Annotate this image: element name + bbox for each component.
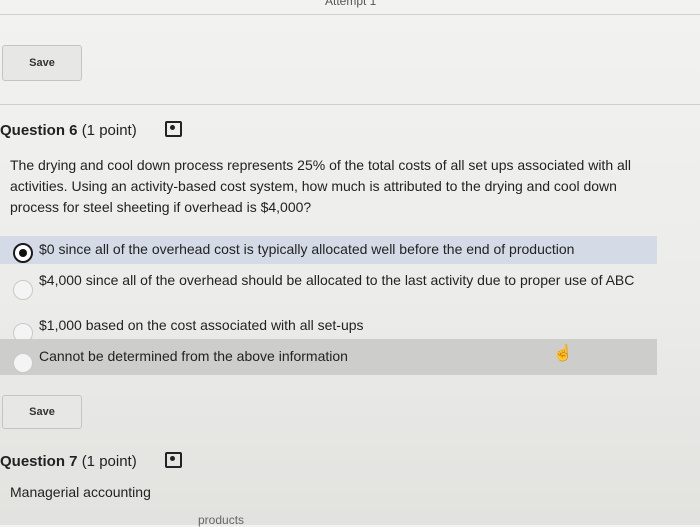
answer-option-3-label: $1,000 based on the cost associated with… <box>39 317 364 333</box>
question-6-prompt: The drying and cool down process represe… <box>10 157 632 215</box>
lock-icon <box>164 121 182 137</box>
lock-icon <box>164 452 182 468</box>
question-7-prompt: Managerial accounting <box>10 484 151 500</box>
answer-option-2-label: $4,000 since all of the overhead should … <box>39 272 635 288</box>
page-header-partial: Attempt 1 <box>325 0 377 8</box>
radio-button[interactable] <box>13 353 33 373</box>
question-6-points: (1 point) <box>81 122 137 139</box>
save-button-top[interactable]: Save <box>2 45 82 81</box>
question-7-number: Question 7 <box>0 453 78 470</box>
save-button-middle[interactable]: Save <box>2 395 82 429</box>
answer-option-1-label: $0 since all of the overhead cost is typ… <box>39 241 575 257</box>
section-divider <box>0 104 700 105</box>
answer-option-4[interactable]: Cannot be determined from the above info… <box>0 339 657 375</box>
answer-option-2[interactable]: $4,000 since all of the overhead should … <box>0 268 657 312</box>
question-7-title: Question 7 (1 point) <box>0 452 182 470</box>
header-divider <box>0 14 700 15</box>
answer-option-1[interactable]: $0 since all of the overhead cost is typ… <box>0 236 657 264</box>
answer-option-3[interactable]: $1,000 based on the cost associated with… <box>0 313 657 343</box>
hand-pointer-icon: ☝ <box>553 345 573 362</box>
question-7-points: (1 point) <box>81 453 137 470</box>
radio-button[interactable] <box>13 280 33 300</box>
radio-button-selected[interactable] <box>13 243 33 263</box>
question-6-title: Question 6 (1 point) <box>0 121 182 139</box>
question-6-number: Question 6 <box>0 122 78 139</box>
